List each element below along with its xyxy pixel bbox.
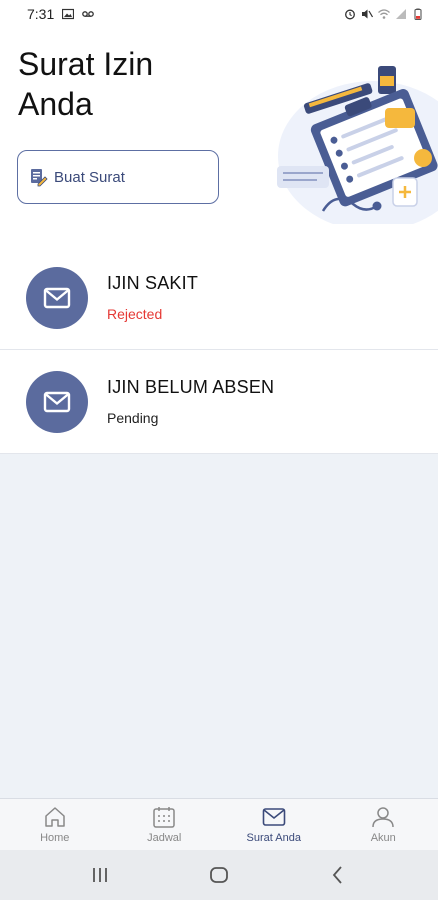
home-button-icon[interactable] xyxy=(208,864,230,886)
nav-label-akun: Akun xyxy=(370,831,396,844)
recent-apps-icon[interactable] xyxy=(89,864,111,886)
nav-item-surat-anda[interactable]: Surat Anda xyxy=(219,799,329,850)
avatar xyxy=(26,370,88,433)
page-title: Surat Izin Anda xyxy=(18,46,154,122)
battery-icon xyxy=(414,8,422,20)
status-bar: 7:31 xyxy=(0,0,438,28)
medical-clipboard-illustration xyxy=(277,66,438,224)
image-icon xyxy=(62,8,75,20)
letter-list: IJIN SAKIT Rejected IJIN BELUM ABSEN Pen… xyxy=(0,246,438,454)
mute-icon xyxy=(362,9,373,19)
nav-label-surat-anda: Surat Anda xyxy=(246,831,301,844)
nav-label-jadwal: Jadwal xyxy=(147,831,182,844)
wifi-icon xyxy=(378,9,390,19)
status-time: 7:31 xyxy=(27,6,55,22)
mail-icon xyxy=(43,391,71,412)
voicemail-icon xyxy=(82,11,95,17)
create-letter-button[interactable]: Buat Surat xyxy=(17,150,219,204)
user-icon xyxy=(372,806,394,827)
mail-icon xyxy=(262,807,286,826)
create-letter-label: Buat Surat xyxy=(54,168,125,186)
alarm-icon xyxy=(345,9,355,20)
signal-icon xyxy=(396,9,406,19)
status-badge: Rejected xyxy=(107,306,163,322)
letter-type: IJIN SAKIT xyxy=(107,273,199,293)
list-item[interactable]: IJIN BELUM ABSEN Pending xyxy=(0,350,438,454)
back-icon[interactable] xyxy=(327,864,349,886)
status-badge: Pending xyxy=(107,410,159,426)
empty-area xyxy=(0,454,438,798)
list-item[interactable]: IJIN SAKIT Rejected xyxy=(0,246,438,350)
letter-type: IJIN BELUM ABSEN xyxy=(107,377,275,397)
document-edit-icon xyxy=(31,169,48,187)
avatar xyxy=(26,266,88,329)
nav-item-akun[interactable]: Akun xyxy=(329,799,438,850)
mail-icon xyxy=(43,287,71,308)
calendar-icon xyxy=(153,806,175,828)
system-nav-bar xyxy=(0,850,438,900)
home-icon xyxy=(45,806,65,827)
nav-item-jadwal[interactable]: Jadwal xyxy=(110,799,220,850)
header: Surat Izin Anda Buat Surat xyxy=(0,28,438,228)
nav-item-home[interactable]: Home xyxy=(0,799,110,850)
bottom-nav: Home Jadwal Surat Anda Akun xyxy=(0,798,438,850)
nav-label-home: Home xyxy=(40,831,70,844)
